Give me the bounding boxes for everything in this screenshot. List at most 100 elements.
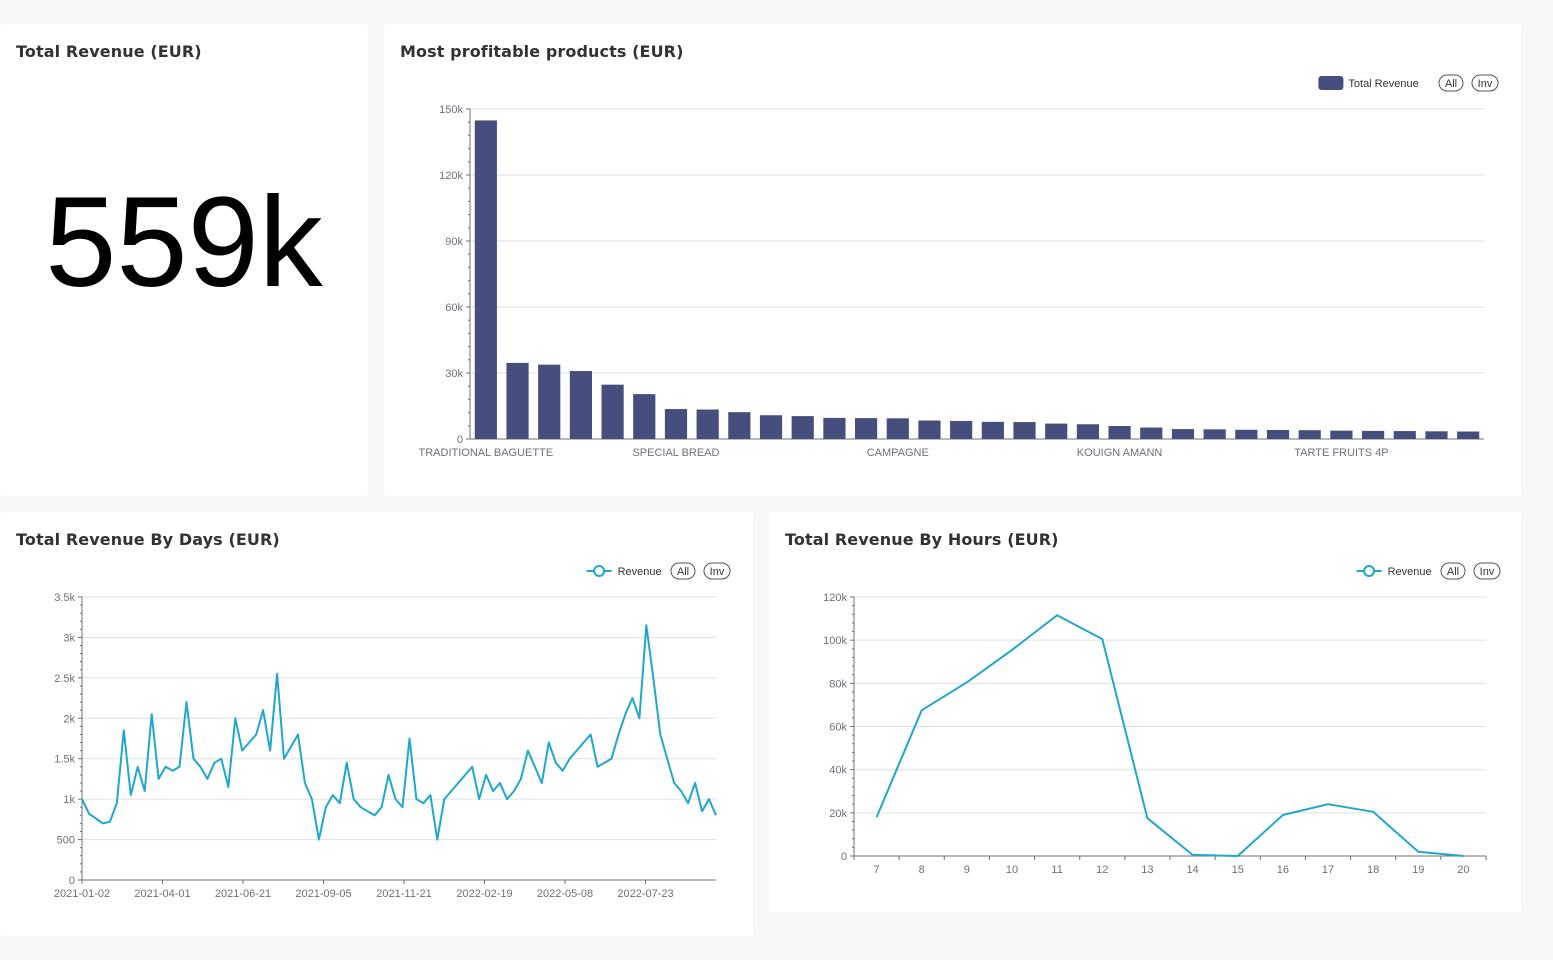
products-bar-chart: Inv All Total Revenue 0 30k 60k 90k 120k 150k TRA… [419,74,1499,459]
days-x-tick-label: 2021-09-05 [295,888,351,900]
kpi-title: Total Revenue (EUR) [16,42,202,61]
hours-x-tick-label: 8 [919,864,925,876]
product-bar[interactable] [1140,427,1163,439]
hours-legend-all-label: All [1447,566,1459,578]
hours-x-tick-label: 11 [1051,864,1062,876]
products-chart-card: Most profitable products (EUR) Inv All Tot… [384,24,1521,496]
products-y-tick-label: 120k [439,170,463,182]
hours-x-tick-label: 7 [874,864,880,876]
revenue-by-days-line-chart: Inv All Revenue 0 500 1k 1.5k 2k 2.5k 3k 3.5k 2021-… [54,562,731,900]
product-bar[interactable] [538,364,561,439]
product-bar[interactable] [855,418,878,439]
days-x-tick-label: 2022-02-19 [456,888,512,900]
days-y-tick-label: 2.5k [54,673,75,685]
hours-x-tick-label: 13 [1141,864,1153,876]
products-x-tick-label: TARTE FRUITS 4P [1294,447,1388,459]
hours-legend-marker [1363,565,1376,577]
revenue-by-hours-line-chart: Inv All Revenue 0 20k 40k 60k 80k 100k 120k 7 8 9 10 1… [823,562,1501,876]
days-x-tick-label: 2022-05-08 [537,888,593,900]
product-bar[interactable] [1235,429,1258,439]
products-y-tick-label: 150k [439,104,463,116]
product-bar[interactable] [1393,431,1416,439]
hours-y-tick-label: 0 [841,851,847,863]
product-bar[interactable] [1457,431,1480,439]
hours-x-tick-label: 12 [1096,864,1108,876]
products-y-tick-label: 30k [445,368,463,380]
products-x-tick-label: CAMPAGNE [867,447,929,459]
product-bar[interactable] [664,409,688,439]
product-bar[interactable] [981,421,1004,439]
product-bar[interactable] [1362,430,1385,439]
product-bar[interactable] [1171,429,1195,439]
product-bar[interactable] [1266,429,1290,439]
hours-y-tick-label: 120k [823,592,847,604]
product-bar[interactable] [1076,424,1099,439]
days-y-tick-label: 3k [63,632,75,644]
hours-x-tick-label: 10 [1006,864,1018,876]
products-y-tick-label: 0 [457,434,463,446]
products-y-tick-label: 90k [445,236,463,248]
product-bar[interactable] [1045,423,1068,439]
product-bar[interactable] [474,120,497,439]
hours-y-tick-label: 40k [829,765,847,777]
product-bar[interactable] [759,415,783,439]
hours-y-tick-label: 80k [829,678,847,690]
products-legend-all-label: All [1445,78,1457,90]
product-bar[interactable] [696,409,719,439]
hours-x-tick-label: 16 [1277,864,1289,876]
product-bar[interactable] [1108,426,1131,439]
hours-x-tick-label: 17 [1322,864,1334,876]
product-bar[interactable] [506,362,529,439]
product-bar[interactable] [823,417,846,439]
product-bar[interactable] [918,420,941,439]
days-x-tick-label: 2022-07-23 [617,888,673,900]
days-y-tick-label: 500 [57,835,75,847]
days-y-tick-label: 3.5k [54,592,75,604]
hours-legend-all-button[interactable]: All [1440,562,1466,580]
days-revenue-line[interactable] [81,624,717,841]
product-bar[interactable] [1203,429,1226,439]
product-bar[interactable] [950,420,973,439]
product-bar[interactable] [1330,430,1353,439]
hours-y-tick-label: 100k [823,635,847,647]
products-legend-inv-button[interactable]: Inv [1471,74,1499,92]
days-x-tick-label: 2021-04-01 [134,888,190,900]
days-y-tick-label: 0 [69,875,75,887]
days-legend-all-label: All [677,566,689,578]
product-bar[interactable] [1298,430,1321,439]
product-bar[interactable] [1425,431,1448,439]
product-bar[interactable] [633,394,656,439]
hours-x-tick-label: 14 [1186,864,1198,876]
products-legend-series-item[interactable]: Total Revenue [1318,76,1419,90]
product-bar[interactable] [886,418,909,439]
hours-x-tick-label: 15 [1232,864,1244,876]
products-x-tick-label: KOUIGN AMANN [1077,447,1163,459]
hours-revenue-line[interactable] [875,614,1464,857]
products-x-tick-label: TRADITIONAL BAGUETTE [419,447,554,459]
product-bar[interactable] [1013,422,1036,439]
products-x-tick-label: SPECIAL BREAD [632,447,719,459]
products-legend-all-button[interactable]: All [1438,74,1464,92]
product-bar[interactable] [728,412,751,439]
days-legend-inv-label: Inv [710,566,725,578]
hours-legend-inv-label: Inv [1480,566,1495,578]
product-bar[interactable] [791,416,814,439]
hours-y-tick-label: 20k [829,808,847,820]
days-legend-all-button[interactable]: All [670,562,696,580]
days-legend-marker [593,565,606,577]
hours-legend-series-label: Revenue [1388,566,1432,578]
days-y-tick-label: 2k [63,713,75,725]
product-bar[interactable] [601,384,624,439]
days-legend-series-item[interactable]: Revenue [586,565,662,578]
days-x-tick-label: 2021-06-21 [215,888,271,900]
products-legend-series-label: Total Revenue [1348,78,1418,90]
product-bar[interactable] [569,371,592,439]
days-legend-inv-button[interactable]: Inv [703,562,731,580]
kpi-value: 559k [45,171,323,314]
days-y-tick-label: 1k [63,794,75,806]
hours-x-tick-label: 18 [1367,864,1379,876]
hours-legend-series-item[interactable]: Revenue [1356,565,1432,578]
days-x-tick-label: 2021-01-02 [54,888,110,900]
hours-legend-inv-button[interactable]: Inv [1473,562,1501,580]
days-legend-series-label: Revenue [618,566,662,578]
